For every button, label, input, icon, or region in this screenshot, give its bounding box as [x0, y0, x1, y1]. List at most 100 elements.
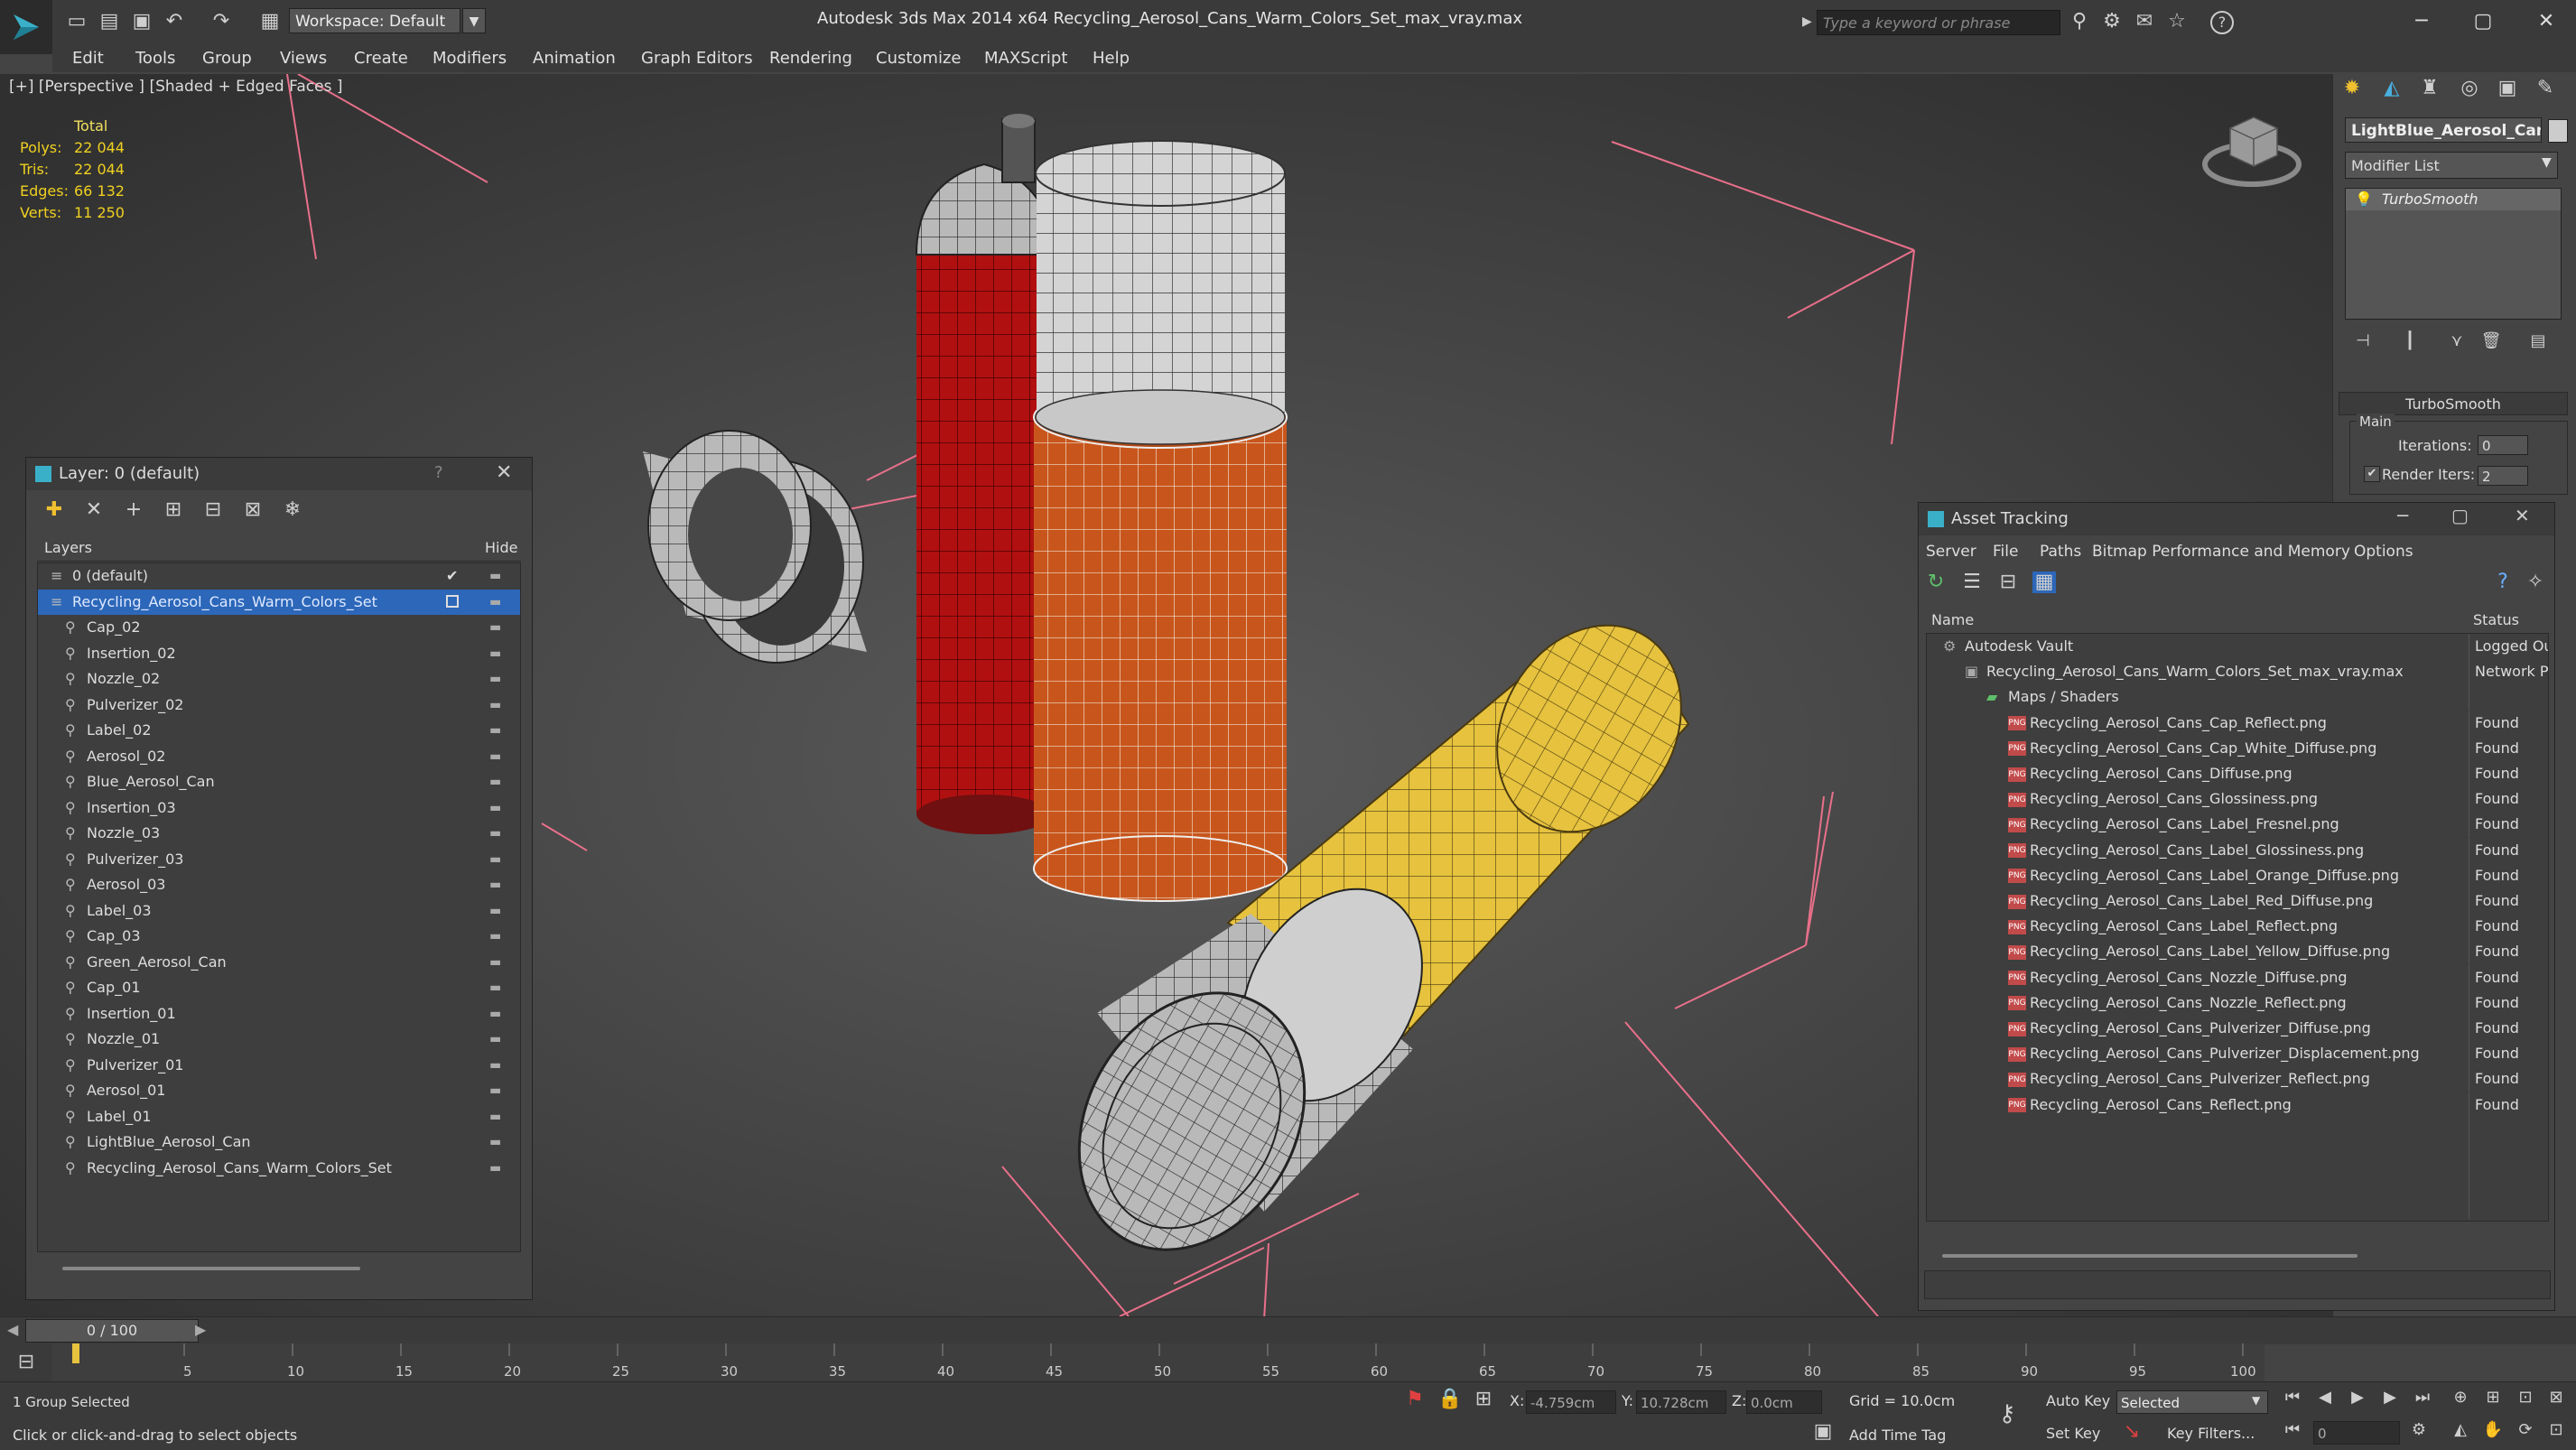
- menu-modifiers[interactable]: Modifiers: [432, 49, 507, 68]
- hide-toggle-icon[interactable]: ▬: [489, 950, 501, 975]
- maximize-icon[interactable]: ▢: [2465, 5, 2501, 38]
- layer-row[interactable]: ⚲ Label_02 ▬: [38, 718, 520, 743]
- layer-row[interactable]: ⚲ Recycling_Aerosol_Cans_Warm_Colors_Set ▬: [38, 1156, 520, 1181]
- modifier-list-chevron-down-icon[interactable]: ▼: [2542, 155, 2552, 170]
- binoculars-icon[interactable]: ⚲: [2068, 11, 2091, 33]
- key-set-dropdown[interactable]: Selected: [2116, 1390, 2268, 1414]
- undo-icon[interactable]: ↶: [163, 11, 186, 33]
- new-layer-icon[interactable]: ✚: [42, 499, 66, 521]
- asset-row[interactable]: ▰ Maps / Shaders: [1927, 684, 2548, 711]
- hide-toggle-icon[interactable]: ▬: [489, 615, 501, 640]
- hide-toggle-icon[interactable]: ▬: [489, 769, 501, 795]
- key-mode-toggle-icon[interactable]: ⏮: [2281, 1419, 2304, 1441]
- menu-graph-editors[interactable]: Graph Editors: [641, 49, 753, 68]
- configure-sets-icon[interactable]: ▤: [2526, 330, 2550, 352]
- layer-row[interactable]: ⚲ Nozzle_01 ▬: [38, 1027, 520, 1052]
- hide-toggle-icon[interactable]: ▬: [489, 590, 501, 615]
- search-input[interactable]: Type a keyword or phrase: [1817, 10, 2060, 35]
- object-name-field[interactable]: LightBlue_Aerosol_Can: [2345, 117, 2542, 143]
- modify-tab-icon[interactable]: ◭: [2380, 78, 2404, 99]
- layer-row[interactable]: ⚲ Green_Aerosol_Can ▬: [38, 950, 520, 975]
- asset-menu-file[interactable]: File: [1993, 543, 2018, 561]
- new-file-icon[interactable]: ▭: [65, 11, 88, 33]
- texture-row[interactable]: PNG Recycling_Aerosol_Cans_Diffuse.png Fou…: [1927, 761, 2548, 786]
- layer-row[interactable]: ⚲ Cap_03 ▬: [38, 924, 520, 949]
- texture-row[interactable]: PNG Recycling_Aerosol_Cans_Label_Yellow_D…: [1927, 939, 2548, 965]
- asset-help-icon[interactable]: ?: [2491, 572, 2515, 593]
- auto-key-button[interactable]: Auto Key: [2046, 1392, 2110, 1409]
- texture-row[interactable]: PNG Recycling_Aerosol_Cans_Cap_White_Diff…: [1927, 735, 2548, 761]
- set-active-layer-box[interactable]: [446, 594, 459, 608]
- app-logo-button[interactable]: [0, 0, 52, 54]
- go-to-end-icon[interactable]: ⏭: [2411, 1387, 2434, 1408]
- hide-toggle-icon[interactable]: ▬: [489, 744, 501, 769]
- layer-row[interactable]: ⚲ Label_01 ▬: [38, 1104, 520, 1129]
- key-mode-icon[interactable]: ⚷: [1995, 1402, 2019, 1426]
- asset-status-column[interactable]: Status: [2473, 611, 2519, 628]
- zoom-icon[interactable]: ⊕: [2449, 1387, 2472, 1408]
- texture-row[interactable]: PNG Recycling_Aerosol_Cans_Label_Red_Diff…: [1927, 888, 2548, 914]
- texture-row[interactable]: PNG Recycling_Aerosol_Cans_Nozzle_Reflect…: [1927, 990, 2548, 1016]
- asset-path-field[interactable]: [1924, 1270, 2551, 1299]
- hide-toggle-icon[interactable]: ▬: [489, 847, 501, 872]
- time-slider-thumb[interactable]: 0 / 100: [25, 1319, 199, 1343]
- motion-tab-icon[interactable]: ◎: [2458, 78, 2481, 99]
- hide-toggle-icon[interactable]: ▬: [489, 1078, 501, 1103]
- layer-row[interactable]: ⚲ Pulverizer_02 ▬: [38, 692, 520, 718]
- render-iters-checkbox[interactable]: ✔: [2364, 466, 2380, 482]
- absolute-mode-icon[interactable]: ⊞: [1472, 1389, 1495, 1410]
- asset-menu-server[interactable]: Server: [1926, 543, 1976, 561]
- layer-row[interactable]: ⚲ Insertion_01 ▬: [38, 1001, 520, 1027]
- create-tab-icon[interactable]: ✹: [2340, 78, 2364, 99]
- key-filters-button[interactable]: Key Filters...: [2167, 1425, 2255, 1442]
- texture-row[interactable]: PNG Recycling_Aerosol_Cans_Cap_Reflect.pn…: [1927, 710, 2548, 736]
- asset-row[interactable]: ▣ Recycling_Aerosol_Cans_Warm_Colors_Set_…: [1927, 659, 2548, 685]
- layers-column-label[interactable]: Layers: [44, 539, 92, 556]
- hide-toggle-icon[interactable]: ▬: [489, 1156, 501, 1181]
- layer-row[interactable]: ⚲ Aerosol_01 ▬: [38, 1078, 520, 1103]
- hide-toggle-icon[interactable]: ▬: [489, 795, 501, 821]
- workspace-dropdown-arrow-icon[interactable]: ▼: [462, 8, 486, 33]
- active-layer-check-icon[interactable]: ✔: [446, 563, 458, 589]
- freeze-all-layers-icon[interactable]: ❄: [281, 499, 304, 521]
- hide-toggle-icon[interactable]: ▬: [489, 821, 501, 846]
- texture-row[interactable]: PNG Recycling_Aerosol_Cans_Pulverizer_Dif…: [1927, 1016, 2548, 1041]
- layer-row[interactable]: ⚲ Nozzle_03 ▬: [38, 821, 520, 846]
- time-config-icon[interactable]: ⚙: [2407, 1419, 2431, 1441]
- isolate-selection-icon[interactable]: ⚑: [1403, 1389, 1427, 1410]
- asset-close-icon[interactable]: ✕: [2515, 505, 2530, 526]
- display-tab-icon[interactable]: ▣: [2496, 78, 2519, 99]
- layer-row[interactable]: ⚲ Cap_02 ▬: [38, 615, 520, 640]
- modifier-list-dropdown[interactable]: Modifier List: [2345, 152, 2558, 179]
- layer-row[interactable]: ⚲ LightBlue_Aerosol_Can ▬: [38, 1129, 520, 1155]
- time-tag-icon[interactable]: ▣: [1811, 1421, 1835, 1443]
- time-marker[interactable]: [72, 1343, 79, 1363]
- previous-frame-icon[interactable]: ◀: [2313, 1387, 2337, 1408]
- hide-toggle-icon[interactable]: ▬: [489, 1027, 501, 1052]
- hide-toggle-icon[interactable]: ▬: [489, 1053, 501, 1078]
- layer-row[interactable]: ≡ Recycling_Aerosol_Cans_Warm_Colors_Set ▬: [38, 589, 520, 615]
- time-next-icon[interactable]: ▶: [195, 1321, 206, 1338]
- track-bar-toggle-icon[interactable]: ⊟: [0, 1343, 52, 1381]
- layer-row[interactable]: ⚲ Insertion_02 ▬: [38, 641, 520, 666]
- viewport-label[interactable]: [+] [Perspective ] [Shaded + Edged Faces…: [9, 78, 342, 96]
- refresh-icon[interactable]: ↻: [1924, 572, 1948, 593]
- make-unique-icon[interactable]: ⋎: [2445, 330, 2469, 352]
- menu-group[interactable]: Group: [202, 49, 252, 68]
- layer-row[interactable]: ⚲ Aerosol_03 ▬: [38, 872, 520, 897]
- zoom-all-icon[interactable]: ⊞: [2481, 1387, 2505, 1408]
- save-file-icon[interactable]: ▣: [130, 11, 153, 33]
- texture-row[interactable]: PNG Recycling_Aerosol_Cans_Pulverizer_Ref…: [1927, 1066, 2548, 1092]
- open-file-icon[interactable]: ▤: [98, 11, 121, 33]
- zoom-extents-icon[interactable]: ⊡: [2514, 1387, 2537, 1408]
- workspace-dropdown[interactable]: Workspace: Default: [289, 8, 460, 33]
- hide-toggle-icon[interactable]: ▬: [489, 975, 501, 1000]
- layer-row[interactable]: ⚲ Cap_01 ▬: [38, 975, 520, 1000]
- go-to-start-icon[interactable]: ⏮: [2281, 1387, 2304, 1408]
- hide-toggle-icon[interactable]: ▬: [489, 924, 501, 949]
- menu-tools[interactable]: Tools: [135, 49, 175, 68]
- asset-menu-paths[interactable]: Paths: [2040, 543, 2081, 561]
- menu-customize[interactable]: Customize: [876, 49, 961, 68]
- asset-minimize-icon[interactable]: ─: [2397, 505, 2408, 526]
- texture-row[interactable]: PNG Recycling_Aerosol_Cans_Nozzle_Diffuse…: [1927, 964, 2548, 990]
